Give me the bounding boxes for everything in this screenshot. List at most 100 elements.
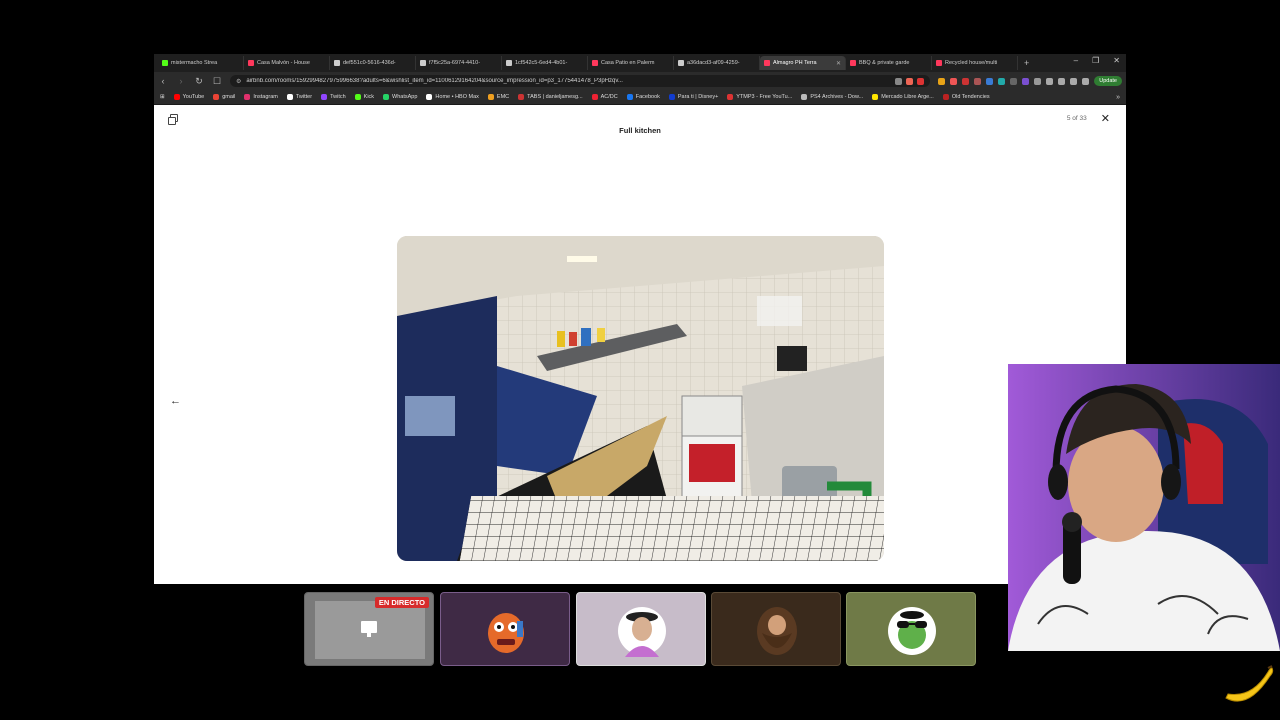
browser-tab[interactable]: a36dacd3-af09-4259- <box>674 56 760 70</box>
browser-toolbar: ‹ › ↻ ☐ ⚙ airbnb.com/rooms/1592994827975… <box>154 72 1126 90</box>
bookmarks-bar: ⊞ YouTube gmail Instagram Twitter Twitch Kick W… <box>154 90 1126 105</box>
browser-tab[interactable]: 1cf542c5-6ed4-4b01- <box>502 56 588 70</box>
bookmark-item[interactable]: EMC <box>487 94 510 100</box>
profile-icon[interactable] <box>1082 77 1090 85</box>
bookmark-item[interactable]: gmail <box>213 94 235 100</box>
bookmark-item[interactable]: Kick <box>354 94 374 100</box>
tab-label: def551c0-5616-436d- <box>343 60 396 66</box>
browser-tab[interactable]: mistermacho Strea <box>158 56 244 70</box>
close-window-button[interactable]: ✕ <box>1113 56 1120 65</box>
share-icon[interactable] <box>895 77 903 85</box>
bookmark-item[interactable]: AC/DC <box>591 94 618 100</box>
tab-favicon-icon <box>936 60 942 66</box>
tab-label: Casa Patio en Palerm <box>601 60 655 66</box>
bookmark-item[interactable]: Home • HBO Max <box>426 94 479 100</box>
bookmark-item[interactable]: WhatsApp <box>383 94 417 100</box>
url-text[interactable]: airbnb.com/rooms/1592994827975996638?adu… <box>246 78 890 84</box>
reload-icon[interactable]: ↻ <box>194 76 204 87</box>
extension-icon[interactable] <box>986 77 994 85</box>
browser-tab[interactable]: Almagro PH Terra ✕ <box>760 56 846 70</box>
extension-icon[interactable] <box>998 77 1006 85</box>
restore-button[interactable]: ❐ <box>1092 56 1099 65</box>
tab-favicon-icon <box>592 60 598 66</box>
bookmark-item[interactable]: Facebook <box>626 94 660 100</box>
extension-icon[interactable] <box>1022 77 1030 85</box>
extension-icon[interactable] <box>938 77 946 85</box>
bookmark-label: Twitter <box>295 94 313 100</box>
photo-title: Full kitchen <box>619 126 661 135</box>
bookmark-item[interactable]: Instagram <box>244 94 278 100</box>
browser-tab[interactable]: f7f5c25a-6974-4410- <box>416 56 502 70</box>
bookmark-star-icon[interactable]: ☐ <box>212 76 222 87</box>
bookmark-item[interactable]: YTMP3 - Free YouTu... <box>727 94 792 100</box>
new-tab-button[interactable]: + <box>1024 58 1029 68</box>
bookmark-label: Instagram <box>253 94 278 100</box>
close-icon[interactable]: ✕ <box>1101 112 1110 125</box>
bookmark-label: Home • HBO Max <box>435 94 479 100</box>
bookmark-favicon-icon <box>801 94 808 100</box>
bookmark-label: TABS | danieljamesg... <box>527 94 583 100</box>
bookmark-label: Facebook <box>635 94 660 100</box>
bookmark-item[interactable]: Twitch <box>321 94 346 100</box>
omnibox-icons <box>895 77 925 85</box>
extension-icon[interactable] <box>1010 77 1018 85</box>
bookmark-item[interactable]: Mercado Libre Arge... <box>872 94 934 100</box>
tab-label: Almagro PH Terra <box>773 60 817 66</box>
viewer-header-right: 5 of 33 ✕ <box>1067 112 1110 125</box>
bookmark-label: EMC <box>496 94 510 100</box>
bookmark-item[interactable]: PS4 Archives - Dow... <box>801 94 863 100</box>
apps-grid-icon[interactable]: ⊞ <box>160 94 165 100</box>
tab-favicon-icon <box>248 60 254 66</box>
back-icon[interactable]: ‹ <box>158 76 168 86</box>
browser-tab[interactable]: Casa Patio en Palerm <box>588 56 674 70</box>
tab-label: f7f5c25a-6974-4410- <box>429 60 481 66</box>
sidebar-icon[interactable] <box>1058 77 1066 85</box>
kitchen-photo <box>397 236 884 561</box>
tab-close-icon[interactable]: ✕ <box>836 60 841 67</box>
minimize-button[interactable]: – <box>1074 56 1078 65</box>
browser-tab[interactable]: BBQ & private garde <box>846 56 932 70</box>
kitchen-photo-illustration <box>397 236 884 561</box>
extension-icon[interactable] <box>950 77 958 85</box>
extension-icon[interactable] <box>1034 77 1042 85</box>
extension-icon[interactable] <box>906 77 914 85</box>
forward-icon[interactable]: › <box>176 76 186 86</box>
tab-label: BBQ & private garde <box>859 60 910 66</box>
browser-window: mistermacho Strea Casa Malvón - House def5… <box>154 54 1126 584</box>
bookmark-item[interactable]: TABS | danieljamesg... <box>518 94 583 100</box>
tab-strip: mistermacho Strea Casa Malvón - House def5… <box>154 54 1126 72</box>
update-button[interactable]: Update <box>1094 76 1122 86</box>
bookmark-label: WhatsApp <box>392 94 418 100</box>
browser-tab[interactable]: Casa Malvón - House <box>244 56 330 70</box>
download-icon[interactable] <box>1070 77 1078 85</box>
bookmark-favicon-icon <box>626 94 633 100</box>
bookmark-item[interactable]: YouTube <box>173 94 205 100</box>
bookmark-item[interactable]: Para ti | Disney+ <box>668 94 718 100</box>
participant-tile[interactable] <box>846 592 976 666</box>
extension-icon[interactable] <box>974 77 982 85</box>
participant-tile[interactable] <box>440 592 570 666</box>
bookmark-favicon-icon <box>213 94 220 100</box>
participant-screen-share[interactable]: EN DIRECTO <box>304 592 434 666</box>
address-bar[interactable]: ⚙ airbnb.com/rooms/1592994827975996638?a… <box>230 75 931 87</box>
bookmark-item[interactable]: Twitter <box>286 94 313 100</box>
participant-tile[interactable] <box>576 592 706 666</box>
browser-tab[interactable]: Recycled house/multi <box>932 56 1018 70</box>
browser-tab[interactable]: def551c0-5616-436d- <box>330 56 416 70</box>
arrow-left-icon[interactable]: ← <box>170 395 181 407</box>
bookmark-label: YouTube <box>182 94 205 100</box>
bookmark-item[interactable]: Old Tendencies <box>942 94 990 100</box>
bookmark-favicon-icon <box>321 94 328 100</box>
extension-icon[interactable] <box>962 77 970 85</box>
bookmark-label: Twitch <box>330 94 346 100</box>
bookmark-label: Mercado Libre Arge... <box>881 94 934 100</box>
bookmark-favicon-icon <box>727 94 734 100</box>
share-icon[interactable] <box>168 114 178 125</box>
alert-icon[interactable] <box>917 77 925 85</box>
orange-monster-avatar <box>488 613 524 653</box>
bookmark-favicon-icon <box>518 94 525 100</box>
participant-tile[interactable] <box>711 592 841 666</box>
site-info-icon[interactable]: ⚙ <box>236 78 241 85</box>
more-bookmarks-icon[interactable]: » <box>1116 94 1120 101</box>
puzzle-icon[interactable] <box>1046 77 1054 85</box>
